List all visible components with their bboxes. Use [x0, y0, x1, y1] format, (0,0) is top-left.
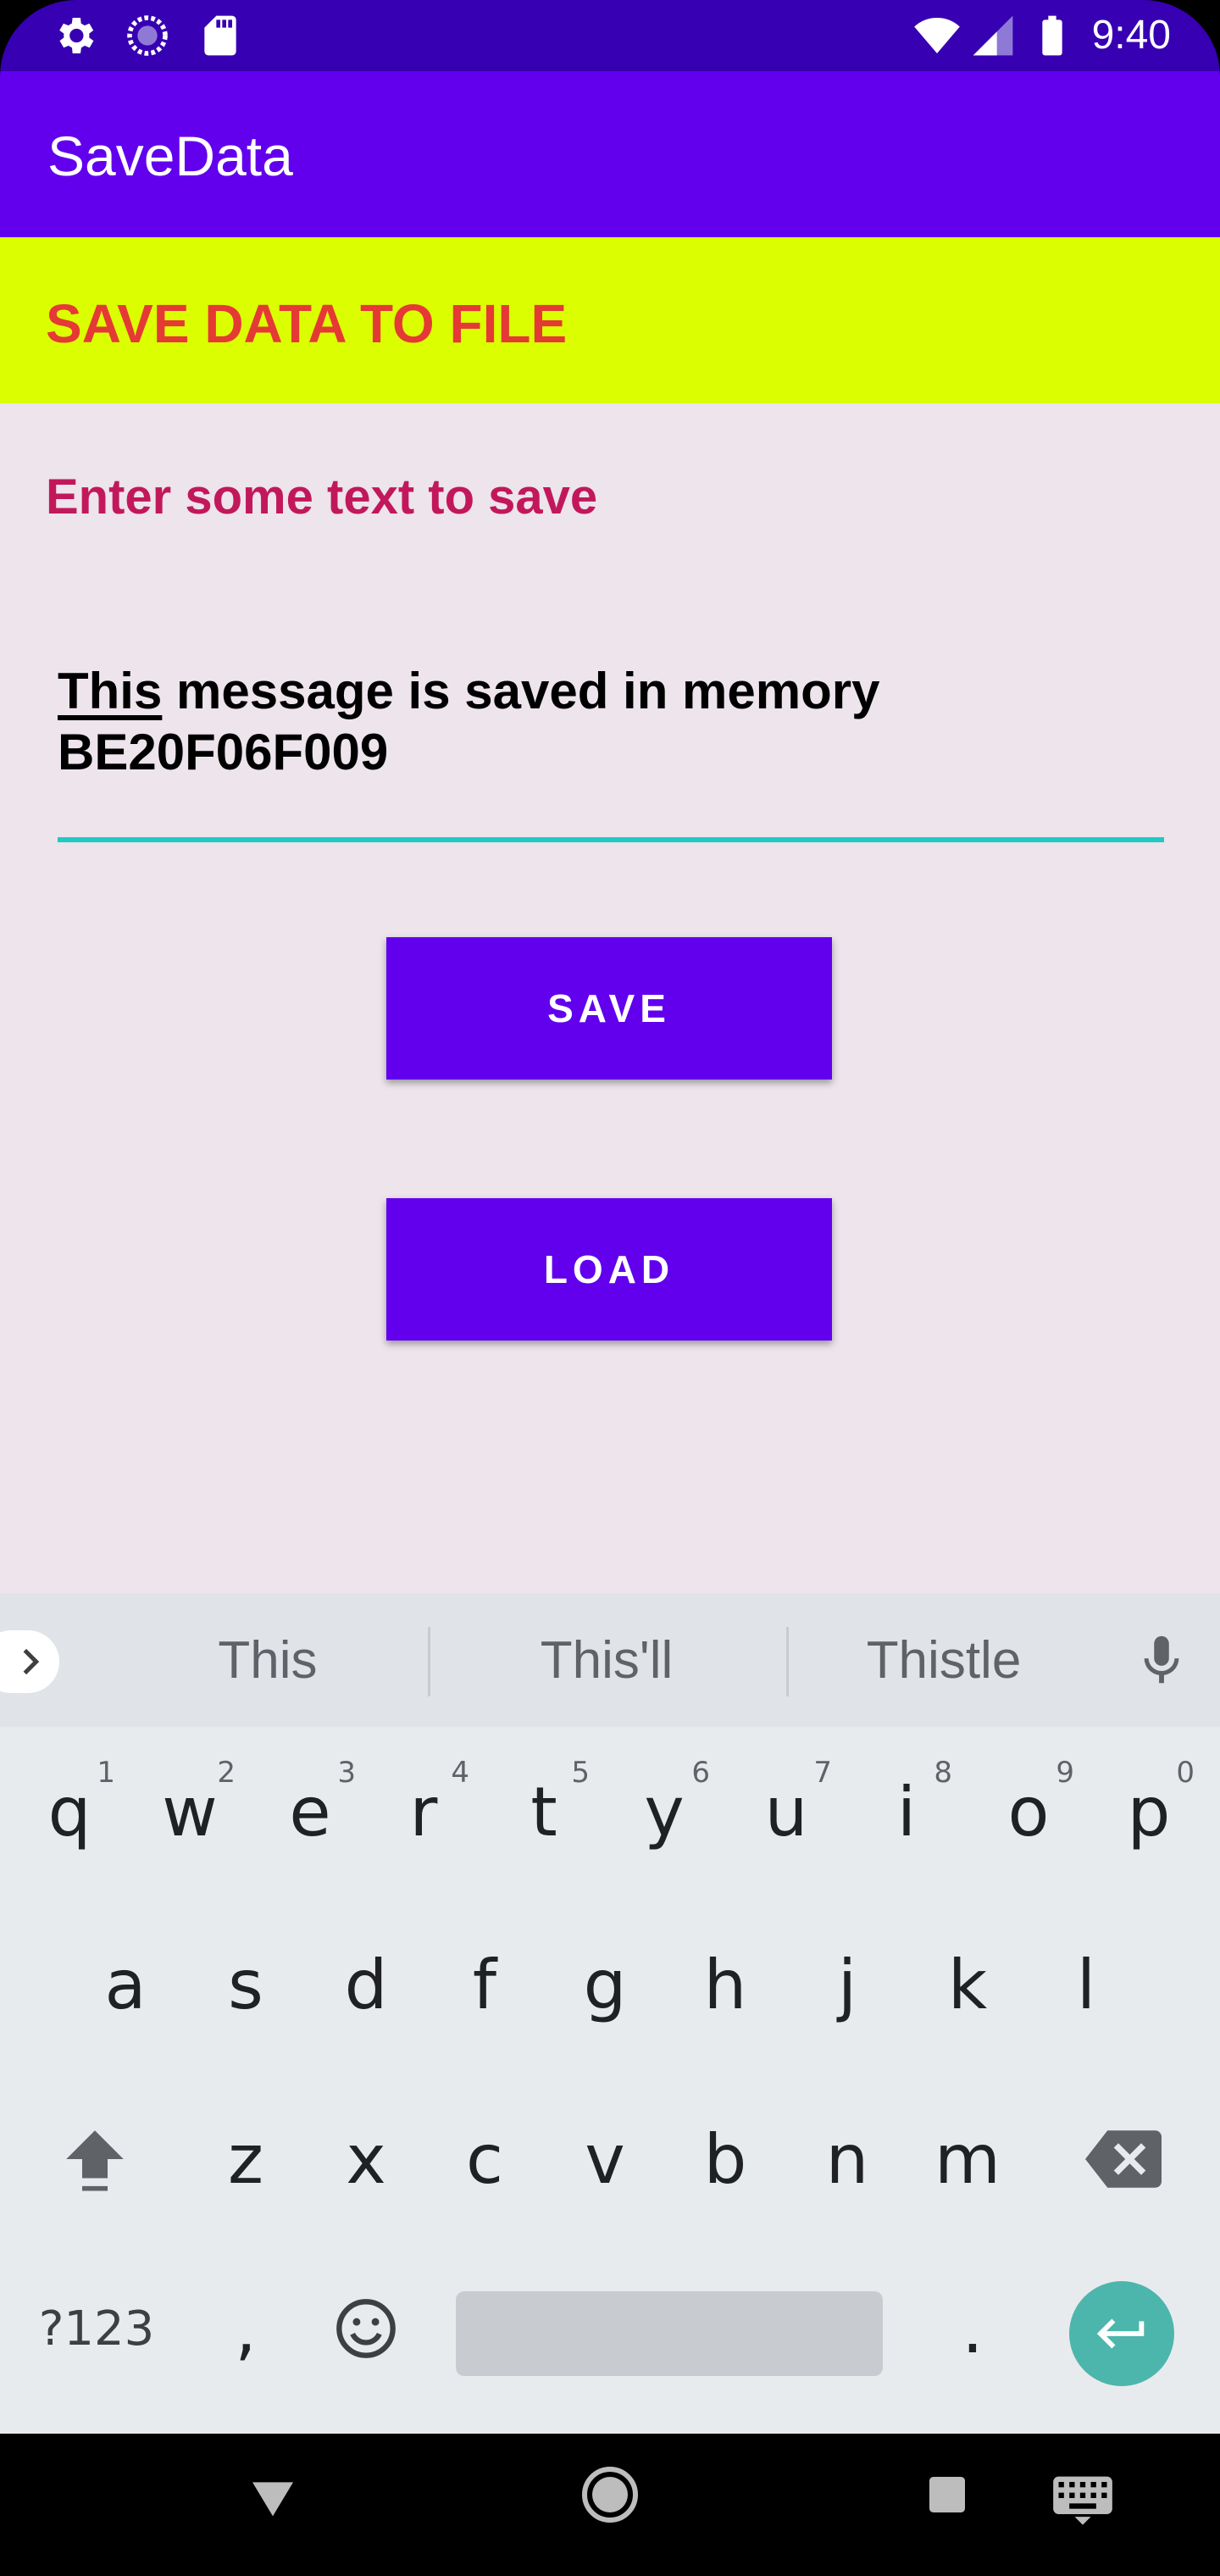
backspace-icon — [1085, 2130, 1162, 2188]
chevron-right-icon — [23, 1648, 40, 1675]
period-key[interactable]: . — [922, 2261, 1023, 2396]
navigation-bar — [0, 2434, 1220, 2576]
key-label: e — [289, 1772, 331, 1852]
enter-key[interactable] — [1069, 2281, 1174, 2386]
key-label: o — [1007, 1772, 1050, 1852]
key-hint: 4 — [451, 1756, 469, 1790]
key-m[interactable]: m — [917, 2091, 1018, 2227]
emoji-icon — [336, 2299, 396, 2358]
battery-icon — [1042, 15, 1062, 56]
signal-icon — [973, 15, 1013, 56]
key-t[interactable]: t5 — [493, 1744, 595, 1879]
suggestion-1[interactable]: This — [115, 1627, 420, 1695]
banner: SAVE DATA TO FILE — [0, 237, 1220, 403]
key-s[interactable]: s — [195, 1917, 297, 2052]
key-c[interactable]: c — [434, 2091, 535, 2227]
key-y[interactable]: y6 — [613, 1744, 715, 1879]
recents-icon[interactable] — [923, 2471, 971, 2518]
symbols-key[interactable]: ?123 — [37, 2261, 156, 2396]
prompt-label: Enter some text to save — [46, 469, 598, 525]
comma-key[interactable]: , — [195, 2261, 297, 2396]
key-hint: 1 — [97, 1756, 115, 1790]
key-hint: 6 — [691, 1756, 710, 1790]
suggestion-bar: This This'll Thistle — [0, 1593, 1220, 1727]
save-button[interactable]: SAVE — [386, 937, 832, 1080]
wifi-icon — [914, 18, 960, 53]
key-v[interactable]: v — [554, 2091, 656, 2227]
key-f[interactable]: f — [434, 1917, 535, 2052]
key-label: q — [47, 1772, 92, 1852]
key-x[interactable]: x — [315, 2091, 417, 2227]
key-hint: 7 — [813, 1756, 832, 1790]
shift-icon — [66, 2130, 124, 2191]
key-hint: 8 — [934, 1756, 952, 1790]
key-label: p — [1127, 1772, 1171, 1852]
key-w[interactable]: w2 — [139, 1744, 241, 1879]
key-q[interactable]: q1 — [19, 1744, 120, 1879]
home-icon[interactable] — [580, 2464, 640, 2525]
microphone-icon[interactable] — [1132, 1627, 1191, 1695]
space-key[interactable] — [456, 2291, 883, 2376]
key-label: r — [409, 1772, 438, 1852]
key-r[interactable]: r4 — [373, 1744, 474, 1879]
key-h[interactable]: h — [674, 1917, 776, 2052]
key-g[interactable]: g — [554, 1917, 656, 2052]
key-d[interactable]: d — [315, 1917, 417, 2052]
load-button[interactable]: LOAD — [386, 1198, 832, 1341]
sd-card-icon — [204, 15, 236, 56]
key-hint: 5 — [571, 1756, 590, 1790]
key-u[interactable]: u7 — [735, 1744, 837, 1879]
back-icon[interactable] — [246, 2471, 300, 2525]
key-e[interactable]: e3 — [259, 1744, 361, 1879]
key-j[interactable]: j — [796, 1917, 898, 2052]
suggestion-divider — [786, 1627, 789, 1696]
key-hint: 0 — [1176, 1756, 1195, 1790]
soft-keyboard: This This'll Thistle q1w2e3r4t5y6u7i8o9p… — [0, 1593, 1220, 2434]
suggestion-3[interactable]: Thistle — [791, 1627, 1096, 1695]
phone-screen: 9:40 SaveData SAVE DATA TO FILE Enter so… — [0, 0, 1220, 2576]
key-p[interactable]: p0 — [1098, 1744, 1200, 1879]
keyboard-switch-icon[interactable] — [1051, 2471, 1115, 2525]
key-b[interactable]: b — [674, 2091, 776, 2227]
status-bar: 9:40 — [0, 0, 1220, 71]
shift-key[interactable] — [44, 2091, 146, 2227]
key-i[interactable]: i8 — [856, 1744, 957, 1879]
input-first-word: This — [58, 663, 163, 719]
app-title: SaveData — [47, 125, 293, 187]
input-rest: message is saved in memory BE20F06F009 — [58, 663, 880, 780]
key-z[interactable]: z — [195, 2091, 297, 2227]
backspace-key[interactable] — [1073, 2091, 1174, 2227]
expand-toolbar-button[interactable] — [0, 1630, 59, 1693]
loading-circle-icon — [127, 15, 168, 56]
key-a[interactable]: a — [75, 1917, 176, 2052]
text-input[interactable]: This message is saved in memory BE20F06F… — [58, 661, 1164, 842]
key-hint: 2 — [217, 1756, 236, 1790]
app-bar: SaveData — [0, 71, 1220, 237]
banner-text: SAVE DATA TO FILE — [46, 293, 568, 354]
emoji-key[interactable] — [315, 2261, 417, 2396]
key-label: w — [162, 1772, 218, 1852]
key-label: y — [644, 1772, 685, 1852]
key-label: t — [530, 1772, 557, 1852]
key-k[interactable]: k — [917, 1917, 1018, 2052]
key-hint: 3 — [337, 1756, 356, 1790]
gear-icon — [59, 18, 94, 53]
suggestion-2[interactable]: This'll — [454, 1627, 759, 1695]
key-hint: 9 — [1056, 1756, 1074, 1790]
main-content: SAVE DATA TO FILE Enter some text to sav… — [0, 237, 1220, 1593]
key-label: i — [896, 1772, 917, 1852]
key-l[interactable]: l — [1035, 1917, 1137, 2052]
enter-icon — [1096, 2318, 1145, 2349]
key-n[interactable]: n — [796, 2091, 898, 2227]
key-o[interactable]: o9 — [978, 1744, 1079, 1879]
status-time: 9:40 — [1091, 13, 1171, 58]
key-label: u — [764, 1772, 808, 1852]
suggestion-divider — [428, 1627, 430, 1696]
input-value[interactable]: This message is saved in memory BE20F06F… — [58, 661, 1164, 783]
